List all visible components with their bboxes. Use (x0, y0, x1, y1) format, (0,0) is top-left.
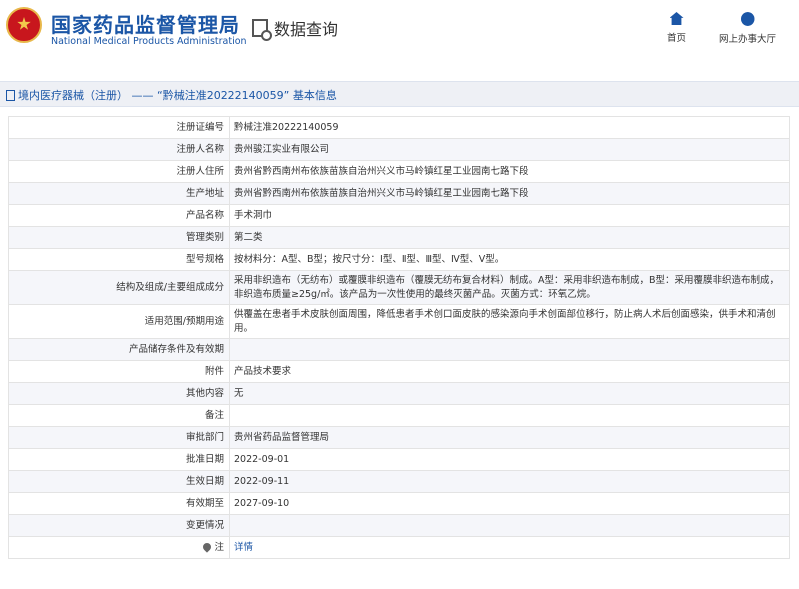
table-row: 注册证编号 黔械注准20222140059 (8, 116, 790, 139)
row-label: 产品储存条件及有效期 (8, 338, 230, 361)
data-query-title: 数据查询 (252, 17, 339, 41)
row-value: 采用非织造布（无纺布）或覆膜非织造布（覆膜无纺布复合材料）制成。A型：采用非织造… (229, 270, 790, 305)
row-label: 备注 (8, 404, 230, 427)
table-row: 注册人名称 贵州骏江实业有限公司 (8, 138, 790, 161)
row-label: 其他内容 (8, 382, 230, 405)
row-value: 2022-09-11 (229, 470, 790, 493)
row-label: 生效日期 (8, 470, 230, 493)
table-row: 注 详情 (8, 536, 790, 559)
nav-home-label: 首页 (667, 33, 687, 44)
table-row: 生产地址 贵州省黔西南州布依族苗族自治州兴义市马岭镇红星工业园南七路下段 (8, 182, 790, 205)
row-value: 第二类 (229, 226, 790, 249)
table-row: 型号规格 按材料分：A型、B型；按尺寸分：Ⅰ型、Ⅱ型、Ⅲ型、Ⅳ型、Ⅴ型。 (8, 248, 790, 271)
document-icon (6, 89, 15, 101)
row-label: 注 (8, 536, 230, 559)
row-label: 附件 (8, 360, 230, 383)
brand-title-en: National Medical Products Administration (51, 36, 247, 47)
row-value: 2022-09-01 (229, 448, 790, 471)
table-row: 结构及组成/主要组成成分 采用非织造布（无纺布）或覆膜非织造布（覆膜无纺布复合材料… (8, 270, 790, 305)
table-row: 批准日期 2022-09-01 (8, 448, 790, 471)
location-pin-icon (201, 541, 214, 553)
table-row: 产品名称 手术洞巾 (8, 204, 790, 227)
table-row: 备注 (8, 404, 790, 427)
row-value: 无 (229, 382, 790, 405)
row-value: 贵州省黔西南州布依族苗族自治州兴义市马岭镇红星工业园南七路下段 (229, 182, 790, 205)
row-label: 适用范围/预期用途 (8, 304, 230, 339)
table-row: 变更情况 (8, 514, 790, 537)
row-value: 按材料分：A型、B型；按尺寸分：Ⅰ型、Ⅱ型、Ⅲ型、Ⅳ型、Ⅴ型。 (229, 248, 790, 271)
nav-home[interactable]: 首页 (667, 12, 686, 44)
note-label: 注 (214, 541, 224, 553)
home-icon (669, 12, 684, 25)
row-value: 贵州省药品监督管理局 (229, 426, 790, 449)
table-row: 产品储存条件及有效期 (8, 338, 790, 361)
row-label: 变更情况 (8, 514, 230, 537)
table-row: 附件 产品技术要求 (8, 360, 790, 383)
row-value: 黔械注准20222140059 (229, 116, 790, 139)
table-row: 管理类别 第二类 (8, 226, 790, 249)
breadcrumb: 境内医疗器械（注册） —— “黔械注准20222140059” 基本信息 (6, 87, 337, 103)
nav-online-hall-label: 网上办事大厅 (719, 34, 777, 45)
row-value: 2027-09-10 (229, 492, 790, 515)
breadcrumb-bar: 境内医疗器械（注册） —— “黔械注准20222140059” 基本信息 (0, 81, 799, 107)
row-value: 详情 (229, 536, 790, 559)
row-label: 有效期至 (8, 492, 230, 515)
row-label: 生产地址 (8, 182, 230, 205)
emblem-logo (6, 7, 42, 43)
row-value (229, 338, 790, 361)
row-label: 注册人住所 (8, 160, 230, 183)
site-header: 国家药品监督管理局 National Medical Products Admi… (0, 0, 799, 62)
breadcrumb-text: 境内医疗器械（注册） —— “黔械注准20222140059” 基本信息 (18, 89, 337, 102)
table-row: 适用范围/预期用途 供覆盖在患者手术皮肤创面周围，降低患者手术创口面皮肤的感染源向… (8, 304, 790, 339)
table-row: 其他内容无 (8, 382, 790, 405)
registration-detail-table: 注册证编号 黔械注准20222140059 注册人名称 贵州骏江实业有限公司 注册人… (8, 116, 790, 559)
row-value: 贵州省黔西南州布依族苗族自治州兴义市马岭镇红星工业园南七路下段 (229, 160, 790, 183)
row-label: 管理类别 (8, 226, 230, 249)
row-value (229, 514, 790, 537)
row-value: 手术洞巾 (229, 204, 790, 227)
table-row: 有效期至 2027-09-10 (8, 492, 790, 515)
row-value (229, 404, 790, 427)
details-link[interactable]: 详情 (234, 542, 253, 553)
user-icon (740, 12, 755, 26)
nav-online-hall[interactable]: 网上办事大厅 (719, 12, 776, 45)
row-label: 审批部门 (8, 426, 230, 449)
row-label: 产品名称 (8, 204, 230, 227)
table-row: 审批部门 贵州省药品监督管理局 (8, 426, 790, 449)
row-value: 供覆盖在患者手术皮肤创面周围，降低患者手术创口面皮肤的感染源向手术创面部位移行，… (229, 304, 790, 339)
table-row: 生效日期 2022-09-11 (8, 470, 790, 493)
row-label: 注册人名称 (8, 138, 230, 161)
row-label: 结构及组成/主要组成成分 (8, 270, 230, 305)
brand-title-cn: 国家药品监督管理局 (51, 13, 240, 37)
row-label: 批准日期 (8, 448, 230, 471)
row-label: 型号规格 (8, 248, 230, 271)
table-row: 注册人住所 贵州省黔西南州布依族苗族自治州兴义市马岭镇红星工业园南七路下段 (8, 160, 790, 183)
row-label: 注册证编号 (8, 116, 230, 139)
row-value: 贵州骏江实业有限公司 (229, 138, 790, 161)
search-document-icon (252, 19, 272, 41)
data-query-label: 数据查询 (274, 20, 339, 39)
row-value: 产品技术要求 (229, 360, 790, 383)
